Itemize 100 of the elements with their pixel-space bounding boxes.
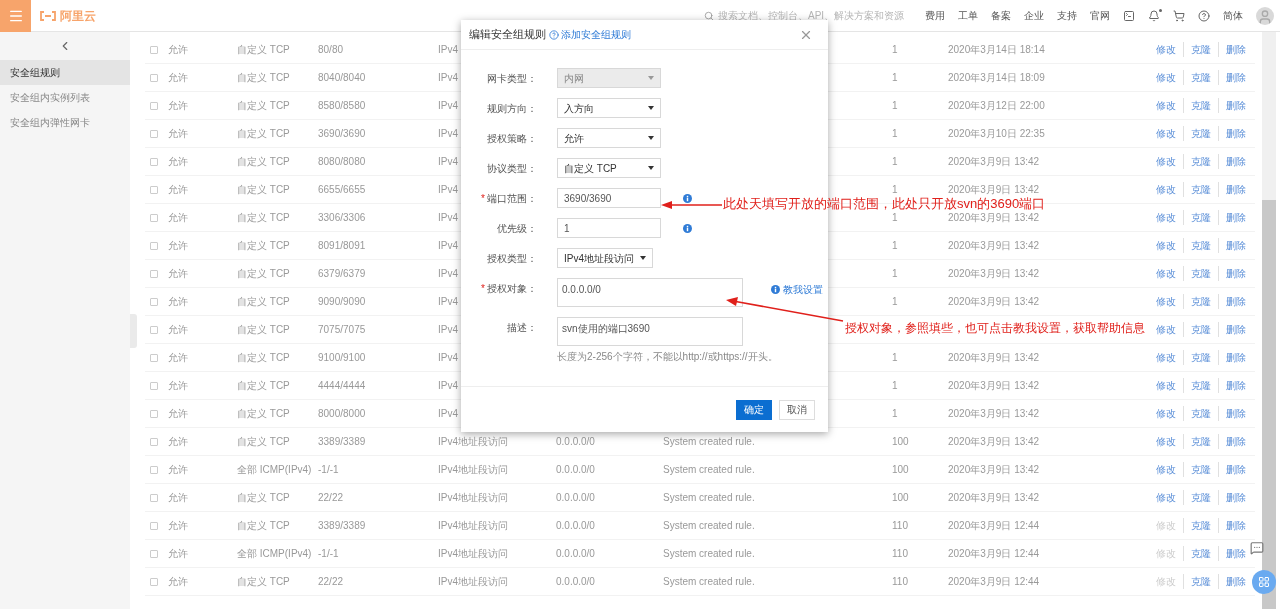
action-link[interactable]: 克隆 bbox=[1183, 378, 1218, 393]
action-link[interactable]: 修改 bbox=[1156, 70, 1183, 85]
row-checkbox[interactable] bbox=[150, 325, 158, 334]
help-icon[interactable] bbox=[1198, 9, 1210, 22]
action-link[interactable]: 克隆 bbox=[1183, 350, 1218, 365]
action-link[interactable]: 删除 bbox=[1218, 70, 1246, 85]
input-field[interactable]: 3690/3690 bbox=[557, 188, 661, 208]
action-link[interactable]: 删除 bbox=[1218, 238, 1246, 253]
confirm-button[interactable]: 确定 bbox=[736, 399, 772, 420]
help-link[interactable]: 教我设置 bbox=[771, 282, 823, 297]
action-link[interactable]: 修改 bbox=[1156, 238, 1183, 253]
row-checkbox[interactable] bbox=[150, 353, 158, 362]
action-link[interactable]: 克隆 bbox=[1183, 126, 1218, 141]
sidebar-item[interactable]: 安全组内弹性网卡 bbox=[0, 110, 130, 135]
action-link[interactable]: 删除 bbox=[1218, 322, 1246, 337]
action-link[interactable]: 克隆 bbox=[1183, 434, 1218, 449]
action-link[interactable]: 克隆 bbox=[1183, 238, 1218, 253]
action-link[interactable]: 删除 bbox=[1218, 546, 1246, 561]
text-area[interactable]: svn使用的端口3690 bbox=[557, 317, 743, 346]
action-link[interactable]: 克隆 bbox=[1183, 182, 1218, 197]
row-checkbox[interactable] bbox=[150, 297, 158, 306]
nav-link[interactable]: 企业 bbox=[1024, 8, 1044, 23]
row-checkbox[interactable] bbox=[150, 129, 158, 138]
help-link[interactable]: 添加安全组规则 bbox=[549, 27, 631, 42]
cart-icon[interactable] bbox=[1173, 9, 1185, 22]
action-link[interactable]: 修改 bbox=[1156, 42, 1183, 57]
row-checkbox[interactable] bbox=[150, 465, 158, 474]
row-checkbox[interactable] bbox=[150, 269, 158, 278]
row-checkbox[interactable] bbox=[150, 493, 158, 502]
nav-link[interactable]: 费用 bbox=[925, 8, 945, 23]
action-link[interactable]: 删除 bbox=[1218, 126, 1246, 141]
select-field[interactable]: 入方向 bbox=[557, 98, 661, 118]
action-link[interactable]: 克隆 bbox=[1183, 70, 1218, 85]
action-link[interactable]: 克隆 bbox=[1183, 98, 1218, 113]
action-link[interactable]: 删除 bbox=[1218, 574, 1246, 589]
nav-link[interactable]: 官网 bbox=[1090, 8, 1110, 23]
action-link[interactable]: 删除 bbox=[1218, 154, 1246, 169]
action-link[interactable]: 删除 bbox=[1218, 434, 1246, 449]
action-link[interactable]: 修改 bbox=[1156, 434, 1183, 449]
row-checkbox[interactable] bbox=[150, 157, 158, 166]
select-field[interactable]: 自定义 TCP bbox=[557, 158, 661, 178]
action-link[interactable]: 克隆 bbox=[1183, 574, 1218, 589]
action-link[interactable]: 删除 bbox=[1218, 42, 1246, 57]
row-checkbox[interactable] bbox=[150, 73, 158, 82]
action-link[interactable]: 删除 bbox=[1218, 350, 1246, 365]
input-field[interactable]: 1 bbox=[557, 218, 661, 238]
row-checkbox[interactable] bbox=[150, 577, 158, 586]
cancel-button[interactable]: 取消 bbox=[779, 399, 815, 420]
row-checkbox[interactable] bbox=[150, 549, 158, 558]
row-checkbox[interactable] bbox=[150, 521, 158, 530]
text-area[interactable]: 0.0.0.0/0 bbox=[557, 278, 743, 307]
action-link[interactable]: 克隆 bbox=[1183, 294, 1218, 309]
row-checkbox[interactable] bbox=[150, 185, 158, 194]
nav-link[interactable]: 支持 bbox=[1057, 8, 1077, 23]
row-checkbox[interactable] bbox=[150, 381, 158, 390]
nav-link[interactable]: 备案 bbox=[991, 8, 1011, 23]
sidebar-item[interactable]: 安全组内实例列表 bbox=[0, 85, 130, 110]
action-link[interactable]: 删除 bbox=[1218, 462, 1246, 477]
menu-button[interactable] bbox=[0, 0, 31, 32]
feedback-icon[interactable] bbox=[1250, 541, 1264, 555]
action-link[interactable]: 修改 bbox=[1156, 294, 1183, 309]
action-link[interactable]: 修改 bbox=[1156, 210, 1183, 225]
action-link[interactable]: 修改 bbox=[1156, 406, 1183, 421]
row-checkbox[interactable] bbox=[150, 101, 158, 110]
bell-icon[interactable] bbox=[1148, 9, 1160, 22]
action-link[interactable]: 删除 bbox=[1218, 266, 1246, 281]
action-link[interactable]: 删除 bbox=[1218, 182, 1246, 197]
action-link[interactable]: 修改 bbox=[1156, 154, 1183, 169]
row-checkbox[interactable] bbox=[150, 213, 158, 222]
action-link[interactable]: 克隆 bbox=[1183, 322, 1218, 337]
action-link[interactable]: 克隆 bbox=[1183, 406, 1218, 421]
scrollbar[interactable] bbox=[1262, 32, 1276, 609]
sidebar-item[interactable]: 安全组规则 bbox=[0, 60, 130, 85]
action-link[interactable]: 删除 bbox=[1218, 518, 1246, 533]
row-checkbox[interactable] bbox=[150, 45, 158, 54]
language-link[interactable]: 简体 bbox=[1223, 8, 1243, 23]
action-link[interactable]: 修改 bbox=[1156, 266, 1183, 281]
select-field[interactable]: 允许 bbox=[557, 128, 661, 148]
action-link[interactable]: 克隆 bbox=[1183, 266, 1218, 281]
row-checkbox[interactable] bbox=[150, 409, 158, 418]
row-checkbox[interactable] bbox=[150, 241, 158, 250]
action-link[interactable]: 删除 bbox=[1218, 210, 1246, 225]
action-link[interactable]: 修改 bbox=[1156, 490, 1183, 505]
terminal-icon[interactable] bbox=[1123, 9, 1135, 22]
avatar[interactable] bbox=[1256, 6, 1274, 25]
action-link[interactable]: 删除 bbox=[1218, 98, 1246, 113]
action-link[interactable]: 修改 bbox=[1156, 462, 1183, 477]
nav-link[interactable]: 工单 bbox=[958, 8, 978, 23]
action-link[interactable]: 删除 bbox=[1218, 490, 1246, 505]
action-link[interactable]: 克隆 bbox=[1183, 462, 1218, 477]
action-link[interactable]: 克隆 bbox=[1183, 42, 1218, 57]
action-link[interactable]: 删除 bbox=[1218, 294, 1246, 309]
action-link[interactable]: 克隆 bbox=[1183, 154, 1218, 169]
action-link[interactable]: 修改 bbox=[1156, 98, 1183, 113]
action-link[interactable]: 修改 bbox=[1156, 182, 1183, 197]
search-field[interactable]: 搜索文档、控制台、API、解决方案和资源 bbox=[698, 4, 913, 27]
row-checkbox[interactable] bbox=[150, 437, 158, 446]
select-field[interactable]: IPv4地址段访问 bbox=[557, 248, 653, 268]
action-link[interactable]: 克隆 bbox=[1183, 210, 1218, 225]
action-link[interactable]: 修改 bbox=[1156, 322, 1183, 337]
